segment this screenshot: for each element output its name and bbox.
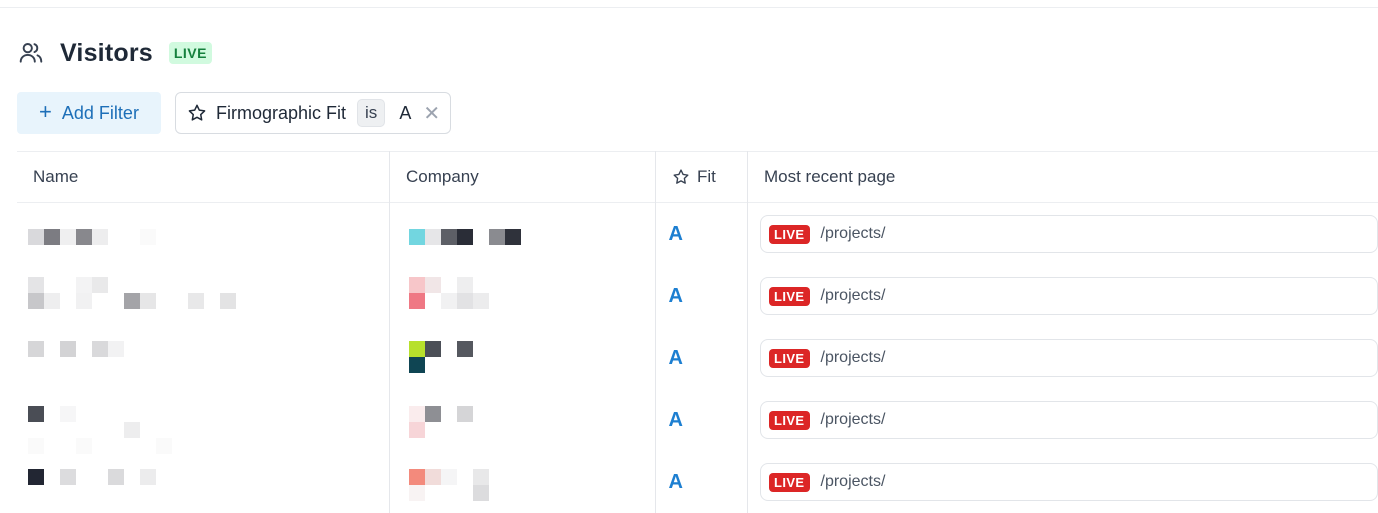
page-path: /projects/ xyxy=(820,473,886,490)
fit-value: A xyxy=(668,470,683,493)
page-path: /projects/ xyxy=(820,287,886,304)
visitor-name-redacted xyxy=(17,203,388,265)
page-header: Visitors LIVE xyxy=(18,38,212,68)
fit-value: A xyxy=(668,408,683,431)
table-header-row: Name Company Fit Most recent page xyxy=(17,151,1378,203)
table-row[interactable]: A LIVE /projects/ xyxy=(17,265,1378,327)
visitors-table: Name Company Fit Most recent page A LIVE… xyxy=(17,151,1378,513)
page-title: Visitors xyxy=(60,38,153,67)
column-header-company[interactable]: Company xyxy=(390,167,656,187)
table-row[interactable]: A LIVE /projects/ xyxy=(17,327,1378,389)
company-logo-redacted xyxy=(388,389,653,451)
add-filter-label: Add Filter xyxy=(61,102,139,123)
column-header-page[interactable]: Most recent page xyxy=(747,167,1378,187)
recent-page-link[interactable]: LIVE /projects/ xyxy=(760,401,1378,439)
recent-page-link[interactable]: LIVE /projects/ xyxy=(760,339,1378,377)
company-logo-redacted xyxy=(388,327,653,389)
column-header-fit[interactable]: Fit xyxy=(656,167,747,187)
top-divider xyxy=(0,7,1378,8)
column-divider[interactable] xyxy=(747,151,748,513)
star-icon xyxy=(673,169,689,184)
users-icon xyxy=(19,43,43,63)
column-divider[interactable] xyxy=(389,151,390,513)
add-filter-button[interactable]: + Add Filter xyxy=(17,92,161,134)
live-badge: LIVE xyxy=(769,348,810,368)
live-badge: LIVE xyxy=(769,472,810,492)
table-row[interactable]: A LIVE /projects/ xyxy=(17,389,1378,454)
filter-operator[interactable]: is xyxy=(357,99,386,127)
column-divider[interactable] xyxy=(655,151,656,513)
filter-field: Firmographic Fit xyxy=(216,102,347,123)
table-row[interactable]: A LIVE /projects/ xyxy=(17,203,1378,265)
table-row[interactable]: A LIVE /projects/ xyxy=(17,451,1378,513)
filter-value[interactable]: A xyxy=(399,103,411,124)
filter-bar: + Add Filter Firmographic Fit is A ✕ xyxy=(17,92,452,134)
page-path: /projects/ xyxy=(820,411,886,428)
page-path: /projects/ xyxy=(820,349,886,366)
visitor-name-redacted xyxy=(17,451,388,513)
company-logo-redacted xyxy=(388,451,653,513)
plus-icon: + xyxy=(39,99,52,124)
live-badge: LIVE xyxy=(769,286,810,306)
visitor-name-redacted xyxy=(17,265,388,327)
fit-value: A xyxy=(668,222,683,245)
visitor-name-redacted xyxy=(17,327,388,389)
fit-value: A xyxy=(668,346,683,369)
recent-page-link[interactable]: LIVE /projects/ xyxy=(760,215,1378,253)
column-header-fit-label: Fit xyxy=(697,167,716,186)
company-logo-redacted xyxy=(388,265,653,327)
page-path: /projects/ xyxy=(820,225,886,242)
company-logo-redacted xyxy=(388,203,653,265)
recent-page-link[interactable]: LIVE /projects/ xyxy=(760,463,1378,501)
filter-chip-firmographic-fit[interactable]: Firmographic Fit is A ✕ xyxy=(175,92,452,134)
visitor-name-redacted xyxy=(17,389,388,454)
column-header-name[interactable]: Name xyxy=(17,167,390,187)
fit-value: A xyxy=(668,284,683,307)
close-icon[interactable]: ✕ xyxy=(423,101,440,126)
live-badge: LIVE xyxy=(168,42,212,64)
live-badge: LIVE xyxy=(769,410,810,430)
star-icon xyxy=(188,104,206,121)
recent-page-link[interactable]: LIVE /projects/ xyxy=(760,277,1378,315)
live-badge: LIVE xyxy=(769,224,810,244)
